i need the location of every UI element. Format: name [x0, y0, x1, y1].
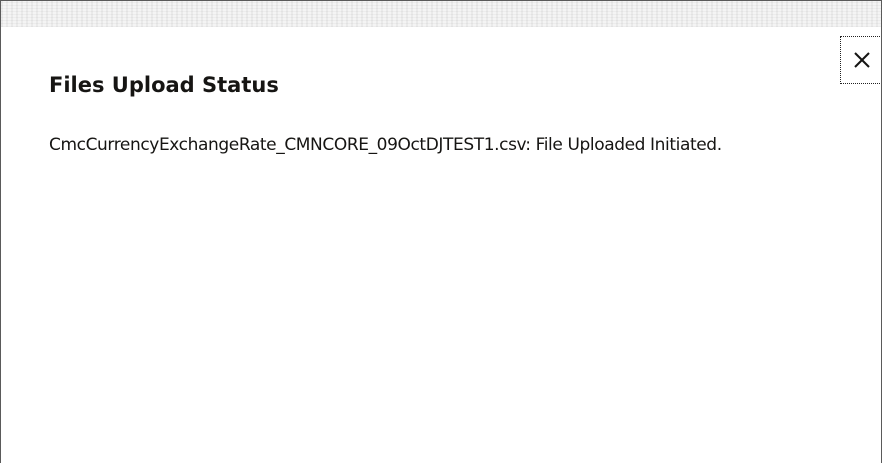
dialog-title: Files Upload Status — [49, 73, 279, 97]
close-icon — [853, 52, 870, 68]
dialog-top-strip — [1, 1, 881, 27]
upload-status-message: CmcCurrencyExchangeRate_CMNCORE_09OctDJT… — [49, 135, 722, 155]
close-button[interactable] — [840, 36, 881, 84]
files-upload-status-dialog: Files Upload Status CmcCurrencyExchangeR… — [0, 0, 882, 463]
